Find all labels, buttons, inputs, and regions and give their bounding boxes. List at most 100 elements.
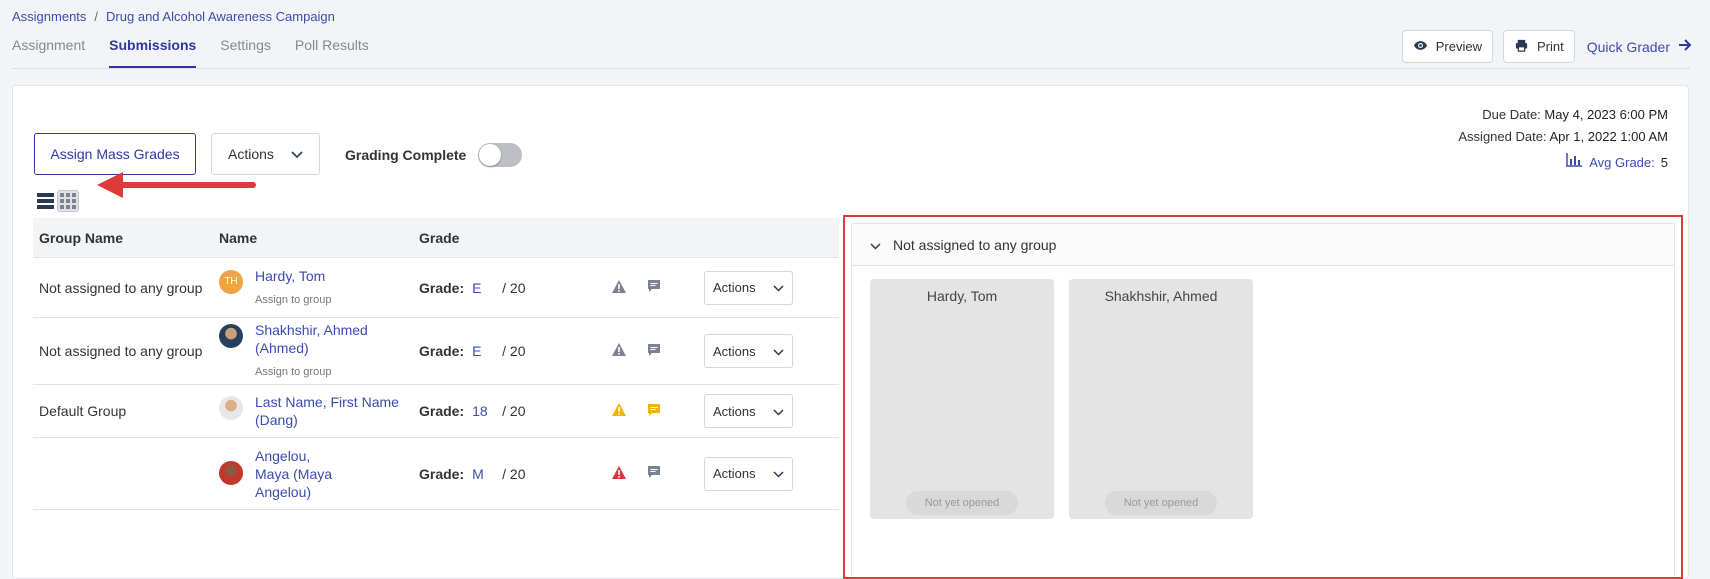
chevron-down-icon [773, 344, 784, 359]
warning-icon[interactable] [611, 465, 627, 483]
comment-icon[interactable] [647, 279, 661, 296]
tab-poll-results[interactable]: Poll Results [295, 37, 369, 68]
group-section-title: Not assigned to any group [893, 236, 1057, 253]
assigned-date: Assigned Date: Apr 1, 2022 1:00 AM [1458, 126, 1668, 148]
row-actions-dropdown[interactable]: Actions [704, 456, 793, 491]
assign-to-group-link[interactable]: Assign to group [255, 363, 419, 381]
row-student: Angelou, Maya (Maya Angelou) [219, 447, 419, 501]
actions-dropdown-label: Actions [228, 146, 274, 162]
chevron-down-icon [773, 404, 784, 419]
submission-tile[interactable]: Hardy, Tom Not yet opened [870, 279, 1054, 519]
grid-view-icon[interactable] [57, 190, 79, 212]
row-status-icons [609, 465, 704, 483]
top-actions: Preview Print Quick Grader [1401, 30, 1692, 63]
printer-icon [1514, 38, 1529, 56]
tile-student-name: Hardy, Tom [926, 288, 998, 304]
print-button[interactable]: Print [1503, 30, 1575, 63]
chevron-down-icon [773, 466, 784, 481]
view-toggle [37, 190, 79, 212]
avatar [219, 324, 243, 348]
header-group-name: Group Name [39, 229, 124, 246]
header-grade: Grade [419, 229, 460, 246]
group-section-header[interactable]: Not assigned to any group [852, 224, 1674, 266]
row-actions-dropdown[interactable]: Actions [704, 270, 793, 305]
row-grade: Grade: 18 / 20 [419, 403, 609, 419]
header-name: Name [219, 229, 258, 246]
due-date: Due Date: May 4, 2023 6:00 PM [1458, 104, 1668, 126]
chevron-down-icon [773, 280, 784, 295]
breadcrumb-assignments-link[interactable]: Assignments [12, 9, 86, 24]
grading-complete-label: Grading Complete [345, 147, 467, 163]
grade-out-of: / 20 [502, 403, 526, 419]
avg-grade-link[interactable]: Avg Grade: 5 [1566, 152, 1668, 174]
student-name-link[interactable]: Last Name, First Name (Dang) [255, 393, 419, 429]
comment-icon[interactable] [647, 403, 661, 420]
bar-chart-icon [1566, 152, 1583, 174]
row-status-icons [609, 402, 704, 420]
row-student: Last Name, First Name (Dang) [219, 393, 419, 429]
row-grade: Grade: M / 20 [419, 466, 609, 482]
grade-label: Grade: [419, 465, 465, 482]
row-grade: Grade: E / 20 [419, 343, 609, 359]
row-group: Default Group [39, 403, 127, 419]
eye-icon [1413, 38, 1428, 56]
tile-status-badge: Not yet opened [1105, 491, 1217, 515]
arrow-right-icon [1678, 38, 1692, 55]
tile-status-badge: Not yet opened [906, 491, 1018, 515]
row-actions-dropdown[interactable]: Actions [704, 394, 793, 428]
chevron-down-icon [870, 237, 881, 253]
grade-out-of: / 20 [502, 465, 526, 482]
grade-value[interactable]: M [472, 466, 494, 482]
table-row: Not assigned to any group Shakhshir, Ahm… [33, 318, 839, 385]
chevron-down-icon [291, 146, 303, 162]
row-student: TH Hardy, Tom Assign to group [219, 267, 419, 309]
due-date-value: May 4, 2023 6:00 PM [1544, 107, 1668, 122]
breadcrumb: Assignments / Drug and Alcohol Awareness… [12, 9, 335, 24]
comment-icon[interactable] [647, 343, 661, 360]
grade-label: Grade: [419, 343, 465, 359]
warning-icon[interactable] [611, 402, 627, 420]
tab-submissions[interactable]: Submissions [109, 37, 197, 68]
tab-bar: Assignment Submissions Settings Poll Res… [12, 37, 393, 68]
grading-complete-toggle[interactable] [478, 143, 523, 167]
row-actions-dropdown[interactable]: Actions [704, 334, 793, 368]
table-row: Angelou, Maya (Maya Angelou) Grade: M / … [33, 438, 839, 510]
quick-grader-link[interactable]: Quick Grader [1587, 38, 1692, 55]
assignment-meta: Due Date: May 4, 2023 6:00 PM Assigned D… [1458, 104, 1668, 174]
grade-value[interactable]: E [472, 343, 494, 359]
tab-settings[interactable]: Settings [220, 37, 271, 68]
assign-mass-grades-button[interactable]: Assign Mass Grades [34, 133, 196, 175]
assigned-date-label: Assigned Date: [1458, 129, 1547, 144]
row-actions-label: Actions [713, 466, 756, 481]
comment-icon[interactable] [647, 465, 661, 482]
actions-dropdown[interactable]: Actions [211, 133, 320, 175]
student-name-link[interactable]: Hardy, Tom [255, 267, 331, 285]
annotation-arrow-icon [93, 170, 263, 203]
breadcrumb-current-link[interactable]: Drug and Alcohol Awareness Campaign [106, 9, 335, 24]
grade-out-of: / 20 [502, 279, 526, 296]
print-label: Print [1537, 39, 1564, 54]
row-student: Shakhshir, Ahmed (Ahmed) Assign to group [219, 321, 419, 381]
tab-assignment[interactable]: Assignment [12, 37, 85, 68]
grade-label: Grade: [419, 403, 465, 419]
list-view-icon[interactable] [37, 193, 54, 209]
grade-value[interactable]: 18 [472, 403, 494, 419]
warning-icon[interactable] [611, 279, 627, 297]
student-name-link[interactable]: Angelou, Maya (Maya Angelou) [255, 447, 345, 501]
preview-label: Preview [1435, 39, 1483, 54]
tabs-divider [12, 68, 1690, 69]
student-name-link[interactable]: Shakhshir, Ahmed (Ahmed) [255, 321, 419, 357]
submissions-table: Group Name Name Grade Not assigned to an… [33, 218, 839, 510]
avg-grade-label: Avg Grade: [1589, 155, 1655, 170]
row-group: Not assigned to any group [39, 279, 203, 296]
group-section: Not assigned to any group Hardy, Tom Not… [851, 223, 1675, 577]
grade-value[interactable]: E [472, 280, 494, 296]
assign-to-group-link[interactable]: Assign to group [255, 291, 331, 309]
submission-tile[interactable]: Shakhshir, Ahmed Not yet opened [1069, 279, 1253, 519]
preview-button[interactable]: Preview [1401, 30, 1494, 63]
avatar [219, 460, 243, 485]
warning-icon[interactable] [611, 342, 627, 360]
row-grade: Grade: E / 20 [419, 280, 609, 296]
row-group: Not assigned to any group [39, 343, 203, 359]
assigned-date-value: Apr 1, 2022 1:00 AM [1549, 129, 1668, 144]
